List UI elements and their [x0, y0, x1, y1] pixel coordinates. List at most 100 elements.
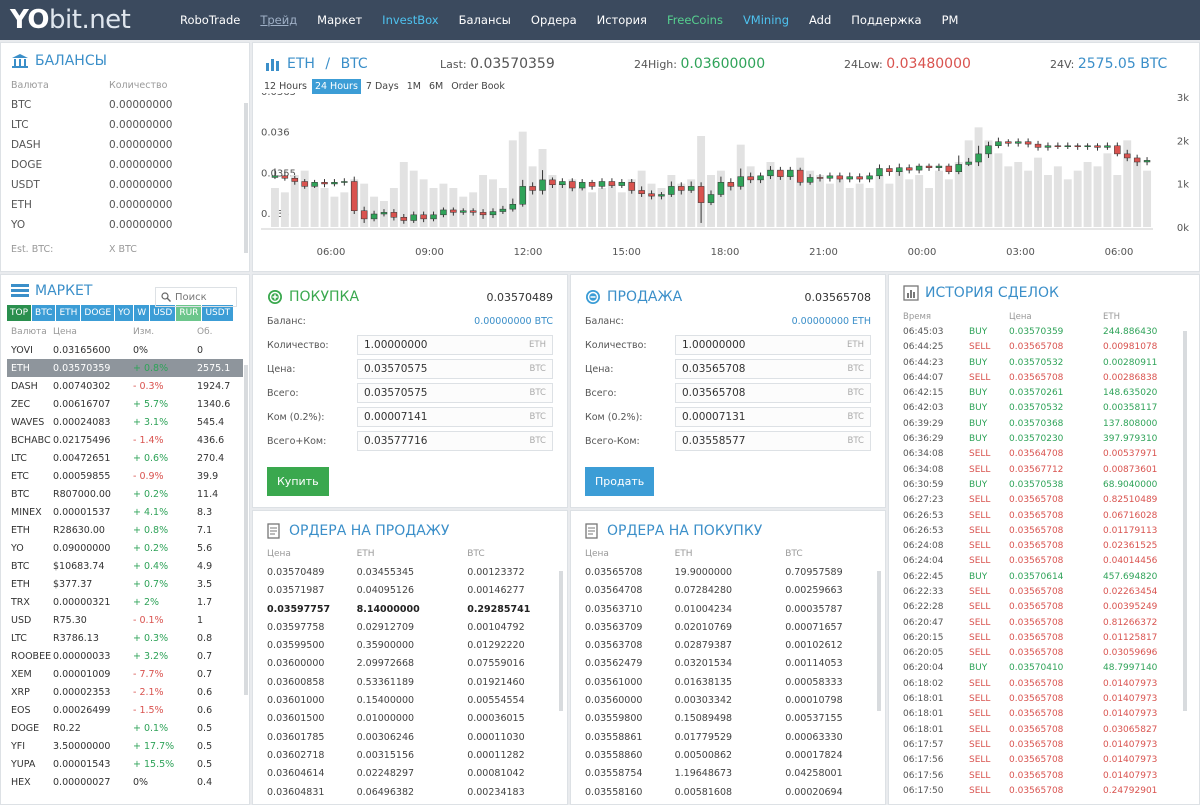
order-row[interactable]: 0.03564708 0.07284280 0.00259663	[585, 582, 871, 600]
order-row[interactable]: 0.03604614 0.02248297 0.00081042	[267, 765, 553, 783]
order-row[interactable]: 0.03558860 0.00500862 0.00017824	[585, 746, 871, 764]
nav-link[interactable]: InvestBox	[372, 13, 448, 27]
buy-input[interactable]: 0.03577716 BTC	[357, 431, 553, 451]
order-row[interactable]: 0.03563708 0.02879387 0.00102612	[585, 636, 871, 654]
candle-body[interactable]	[1114, 145, 1121, 155]
nav-link[interactable]: VMining	[733, 13, 799, 27]
candle-body[interactable]	[559, 181, 566, 185]
market-row[interactable]: XEM 0.00001009- 7.7% 0.7	[7, 665, 243, 683]
market-row[interactable]: TRX 0.00000321 + 2% 1.7	[7, 593, 243, 611]
candle-body[interactable]	[1034, 143, 1042, 148]
candle-body[interactable]	[678, 186, 685, 191]
market-tab[interactable]: USD	[150, 305, 176, 321]
candle-body[interactable]	[271, 175, 279, 178]
candle-body[interactable]	[440, 209, 447, 216]
candle-body[interactable]	[697, 186, 705, 203]
period-tab[interactable]: 6M	[426, 79, 446, 94]
candle-body[interactable]	[598, 181, 606, 187]
sell-input[interactable]: 1.00000000 ETH	[675, 335, 871, 355]
candle-body[interactable]	[1124, 153, 1131, 159]
trade-history-scrollbar[interactable]	[1183, 331, 1187, 711]
candle-body[interactable]	[1094, 145, 1101, 148]
candle-body[interactable]	[529, 186, 536, 191]
market-tab[interactable]: W	[134, 305, 150, 321]
candle-body[interactable]	[489, 211, 497, 216]
order-row[interactable]: 0.03597758 0.02912709 0.00104792	[267, 618, 553, 636]
candle-body[interactable]	[1005, 141, 1012, 144]
order-row[interactable]: 0.03597757 8.14000000 0.29285741	[267, 600, 553, 618]
candle-body[interactable]	[896, 167, 903, 172]
market-row[interactable]: DASH 0.00740302- 0.3% 1924.7	[7, 377, 243, 395]
candle-body[interactable]	[826, 175, 834, 179]
market-tab[interactable]: RUR	[176, 305, 202, 321]
sell-orders-scrollbar[interactable]	[559, 571, 563, 711]
candle-body[interactable]	[479, 212, 487, 216]
order-row[interactable]: 0.03563709 0.02010769 0.00071657	[585, 618, 871, 636]
buy-input[interactable]: 0.03570575 BTC	[357, 383, 553, 403]
market-row[interactable]: EOS 0.00026499- 1.5% 0.6	[7, 701, 243, 719]
market-row[interactable]: YUPA 0.00001543 + 15.5% 0.5	[7, 755, 243, 773]
candle-body[interactable]	[866, 175, 873, 180]
market-row[interactable]: XRP 0.00002353- 2.1% 0.6	[7, 683, 243, 701]
market-row[interactable]: BTC $10683.74 + 0.4% 4.9	[7, 557, 243, 575]
candle-body[interactable]	[1024, 141, 1032, 145]
nav-link[interactable]: Трейд	[250, 13, 307, 27]
candle-body[interactable]	[856, 176, 863, 180]
market-row[interactable]: ETC 0.00059855- 0.9% 39.9	[7, 467, 243, 485]
sell-button[interactable]: Продать	[585, 467, 655, 496]
candle-body[interactable]	[1015, 141, 1022, 144]
buy-input[interactable]: 0.00007141 BTC	[357, 407, 553, 427]
nav-link[interactable]: Поддержка	[841, 13, 931, 27]
order-row[interactable]: 0.03602718 0.00315156 0.00011282	[267, 746, 553, 764]
market-row[interactable]: YO 0.09000000 + 0.2% 5.6	[7, 539, 243, 557]
sell-input[interactable]: 0.03565708 BTC	[675, 359, 871, 379]
candle-body[interactable]	[995, 141, 1002, 146]
order-row[interactable]: 0.03601000 0.15400000 0.00554554	[267, 691, 553, 709]
market-scrollbar[interactable]	[244, 365, 248, 695]
candle-body[interactable]	[331, 182, 338, 185]
candle-body[interactable]	[1074, 145, 1081, 147]
candle-body[interactable]	[539, 179, 546, 191]
candle-body[interactable]	[985, 145, 992, 155]
candle-body[interactable]	[380, 212, 388, 215]
order-row[interactable]: 0.03562479 0.03201534 0.00114053	[585, 655, 871, 673]
market-search-input[interactable]: Поиск	[155, 287, 237, 307]
period-tab[interactable]: Order Book	[448, 79, 508, 94]
period-tab[interactable]: 1M	[404, 79, 424, 94]
balance-row[interactable]: DASH 0.00000000	[11, 135, 239, 155]
order-row[interactable]: 0.03601500 0.01000000 0.00036015	[267, 710, 553, 728]
order-row[interactable]: 0.03570489 0.03455345 0.00123372	[267, 563, 553, 581]
nav-link[interactable]: Ордера	[521, 13, 587, 27]
nav-link[interactable]: Маркет	[307, 13, 372, 27]
candle-body[interactable]	[1054, 145, 1062, 147]
candle-body[interactable]	[727, 182, 735, 187]
candle-body[interactable]	[796, 169, 804, 183]
candle-body[interactable]	[876, 168, 883, 177]
candle-body[interactable]	[311, 182, 318, 187]
buy-orders-scrollbar[interactable]	[877, 571, 881, 711]
nav-link[interactable]: FreeCoins	[657, 13, 733, 27]
order-row[interactable]: 0.03561000 0.01638135 0.00058333	[585, 673, 871, 691]
candle-body[interactable]	[569, 181, 576, 189]
candle-body[interactable]	[935, 165, 943, 168]
market-tab[interactable]: USDT	[202, 305, 234, 321]
period-tab[interactable]: 12 Hours	[261, 79, 310, 94]
candle-body[interactable]	[618, 182, 626, 186]
candle-body[interactable]	[915, 165, 923, 171]
candle-body[interactable]	[707, 194, 715, 203]
candle-body[interactable]	[281, 175, 289, 179]
candle-body[interactable]	[846, 176, 853, 180]
candle-body[interactable]	[608, 181, 616, 186]
order-row[interactable]: 0.03558754 1.19648673 0.04258001	[585, 765, 871, 783]
candle-body[interactable]	[1104, 145, 1111, 148]
candle-body[interactable]	[628, 182, 635, 191]
candle-body[interactable]	[965, 161, 972, 165]
candle-body[interactable]	[767, 169, 774, 177]
candle-body[interactable]	[301, 181, 308, 187]
candle-body[interactable]	[351, 181, 358, 211]
market-row[interactable]: ETH 0.03570359 + 0.8% 2575.1	[7, 359, 243, 377]
market-row[interactable]: BTC R807000.00 + 0.2% 11.4	[7, 485, 243, 503]
balance-row[interactable]: ETH 0.00000000	[11, 195, 239, 215]
candle-body[interactable]	[400, 217, 408, 221]
market-tab[interactable]: TOP	[7, 305, 32, 321]
